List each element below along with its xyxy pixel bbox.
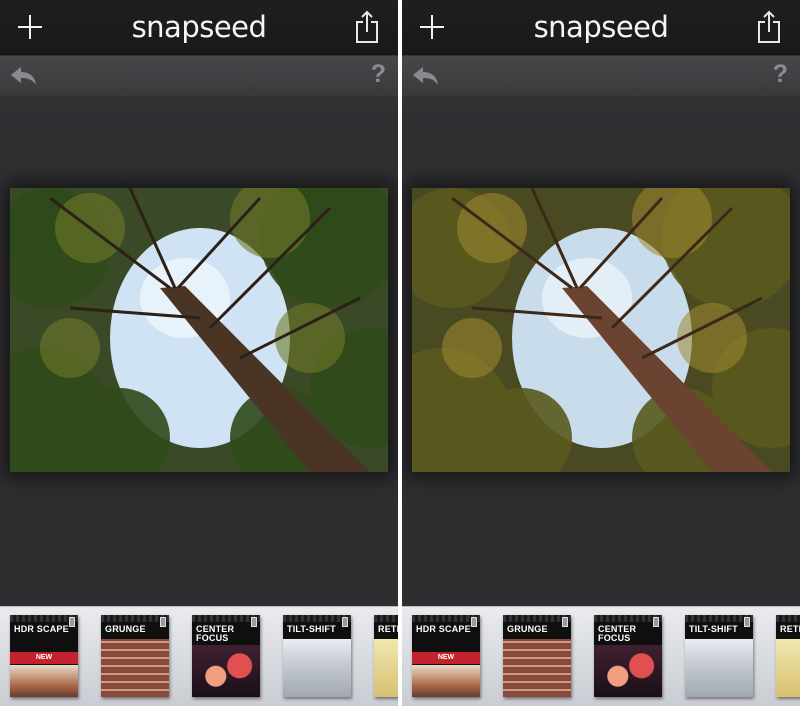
filter-card-tilt-shift[interactable]: TILT-SHIFT: [685, 615, 753, 697]
filter-card-center-focus[interactable]: CENTER FOCUS: [192, 615, 260, 697]
edit-toolbar: ?: [0, 56, 398, 96]
new-badge: NEW: [10, 652, 78, 664]
filter-card-grunge[interactable]: GRUNGE: [101, 615, 169, 697]
undo-arrow-icon[interactable]: [8, 64, 38, 88]
app-logo: snapseed: [131, 10, 267, 44]
filter-label: GRUNGE: [105, 624, 146, 634]
filter-label: RETRO: [780, 624, 800, 634]
editor-panel-right: snapseed ? HDR SCAPE NEW GRUNGE CENTER F…: [402, 0, 800, 706]
share-icon[interactable]: [756, 10, 782, 44]
filter-label: TILT-SHIFT: [287, 624, 336, 634]
filter-label: HDR SCAPE: [14, 624, 69, 634]
editor-panel-left: snapseed ? HDR SCAPE NEW GRUNGE CENTER F…: [0, 0, 398, 706]
filter-tray: HDR SCAPE NEW GRUNGE CENTER FOCUS TILT-S…: [402, 606, 800, 706]
new-badge: NEW: [412, 652, 480, 664]
filter-card-retro[interactable]: RETRO: [374, 615, 398, 697]
filter-label: CENTER FOCUS: [196, 624, 235, 643]
filter-label: GRUNGE: [507, 624, 548, 634]
filter-tray: HDR SCAPE NEW GRUNGE CENTER FOCUS TILT-S…: [0, 606, 398, 706]
filter-label: RETRO: [378, 624, 398, 634]
filter-card-center-focus[interactable]: CENTER FOCUS: [594, 615, 662, 697]
filter-card-hdr-scape[interactable]: HDR SCAPE NEW: [412, 615, 480, 697]
photo-preview[interactable]: [10, 188, 388, 472]
filter-label: TILT-SHIFT: [689, 624, 738, 634]
help-button[interactable]: ?: [371, 60, 386, 89]
share-icon[interactable]: [354, 10, 380, 44]
filter-card-tilt-shift[interactable]: TILT-SHIFT: [283, 615, 351, 697]
filter-card-hdr-scape[interactable]: HDR SCAPE NEW: [10, 615, 78, 697]
filter-label: HDR SCAPE: [416, 624, 471, 634]
edit-toolbar: ?: [402, 56, 800, 96]
help-button[interactable]: ?: [773, 60, 788, 89]
undo-arrow-icon[interactable]: [410, 64, 440, 88]
filter-card-grunge[interactable]: GRUNGE: [503, 615, 571, 697]
filter-card-retro[interactable]: RETRO: [776, 615, 800, 697]
photo-preview-edited[interactable]: [412, 188, 790, 472]
top-bar: snapseed: [402, 0, 800, 55]
filter-label: CENTER FOCUS: [598, 624, 637, 643]
top-bar: snapseed: [0, 0, 398, 55]
app-logo: snapseed: [533, 10, 669, 44]
